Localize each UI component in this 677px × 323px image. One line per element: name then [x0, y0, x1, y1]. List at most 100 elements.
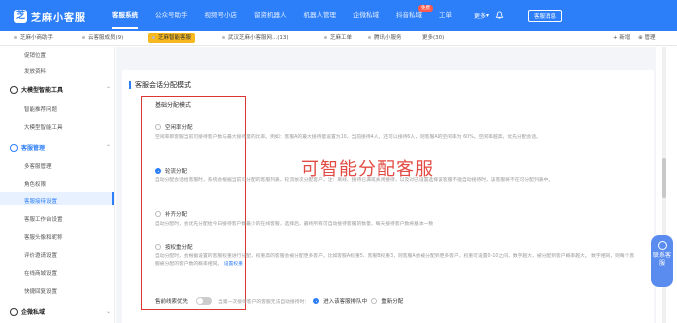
section-title: 客服会话分配模式 — [129, 80, 191, 90]
sidebar-item[interactable]: 评价邀请设置 — [24, 251, 57, 259]
option-idle-rate[interactable]: 空闲率分配 — [155, 123, 193, 131]
nav-item-bot-manage[interactable]: 机器人管理 — [304, 0, 337, 31]
dot-icon — [82, 36, 85, 39]
nav-item-douyin[interactable]: 抖音私域 — [396, 0, 422, 31]
radio-icon — [155, 124, 161, 130]
radio-queue[interactable] — [313, 298, 320, 304]
workspace-tab[interactable]: 芝麻工单 — [320, 33, 356, 43]
radio-reassign-label: 重新分配 — [381, 299, 404, 305]
option-label: 空闲率分配 — [165, 125, 193, 131]
sidebar-group-wecom[interactable]: 企微私域 ⌄ — [10, 307, 111, 316]
option-desc: 自动分配时，会优先分配给今日接待客户数最少的在线客服，选择后，最终所有可自动接待… — [155, 222, 434, 227]
sidebar-item[interactable]: 快捷回复设置 — [24, 287, 57, 295]
manage-tabs-button[interactable]: ⊕ 管理 — [638, 35, 655, 41]
sidebar-group-label: 客服管理 — [21, 145, 46, 152]
nav-item-video-shop[interactable]: 视频号小店 — [205, 0, 238, 31]
dot-icon — [324, 36, 327, 39]
sidebar-item[interactable]: 发放资料 — [24, 67, 46, 75]
pre-sale-row: 售前线索优先 当第一次接待客户的客服无法自动接待时： 进入该客服排队中 重新分配 — [155, 297, 403, 305]
radio-icon — [155, 244, 161, 250]
workspace-tab[interactable]: 云客服成员(9) — [78, 33, 127, 43]
add-tab-button[interactable]: + 新增 — [613, 35, 630, 41]
sidebar-item[interactable]: 角色权限 — [24, 180, 46, 188]
pre-sale-hint: 当第一次接待客户的客服无法自动接待时： — [218, 299, 310, 305]
radio-icon — [155, 211, 161, 217]
chevron-up-icon: ⌃ — [106, 144, 112, 151]
dot-icon — [14, 36, 17, 39]
workspace-tab[interactable]: 芝麻小商助手 — [10, 33, 57, 43]
option-label: 按权重分配 — [165, 245, 193, 251]
tab-label: 武汉芝麻小客服网...(13) — [228, 35, 289, 41]
sidebar-group-label: 大模型智能工具 — [21, 87, 64, 94]
bell-icon[interactable] — [495, 11, 504, 20]
radio-checked-icon — [155, 168, 161, 174]
main-nav: 客服系统 公众号助手 视频号小店 留资机器人 机器人管理 企微私域 抖音私域 工… — [112, 0, 469, 31]
sidebar-group-service-manage[interactable]: 客服管理 ⌃ — [10, 143, 111, 152]
workspace-tab[interactable]: 武汉芝麻小客服网...(13) — [218, 33, 293, 43]
top-bar: 芝 芝麻小客服 客服系统 公众号助手 视频号小店 留资机器人 机器人管理 企微私… — [0, 0, 677, 31]
sidebar-item[interactable]: 客服头像和昵称 — [24, 233, 63, 241]
title-bar-marker — [129, 81, 131, 89]
option-label: 轮流分配 — [165, 169, 188, 175]
logo-mark-icon: 芝 — [14, 10, 27, 23]
ai-tool-icon — [10, 85, 18, 94]
tab-label: 芝麻小商助手 — [20, 35, 54, 41]
pre-sale-toggle[interactable] — [196, 297, 213, 305]
sidebar-item[interactable]: 多客服管理 — [24, 162, 52, 170]
sub-title: 基础分配模式 — [155, 102, 192, 109]
nav-item-official-account[interactable]: 公众号助手 — [155, 0, 188, 31]
option-weight[interactable]: 按权重分配 — [155, 243, 193, 251]
contact-support-label: 联系客服 — [652, 252, 671, 267]
chevron-down-icon: ⌄ — [106, 308, 112, 315]
radio-reassign[interactable] — [371, 298, 378, 304]
tab-label: 芝麻智能客服 — [158, 35, 192, 41]
new-badge: 免费 — [418, 5, 433, 12]
dot-icon — [222, 36, 225, 39]
nav-item-customer-service[interactable]: 客服系统 — [112, 0, 138, 31]
section-title-text: 客服会话分配模式 — [135, 81, 191, 89]
chevron-up-icon: ⌃ — [106, 86, 112, 93]
workspace-tab[interactable]: 腾讯小服务 — [364, 33, 406, 43]
dot-icon — [152, 36, 155, 39]
app-logo[interactable]: 芝 芝麻小客服 — [14, 9, 86, 24]
wecom-icon — [10, 307, 18, 316]
sidebar-item[interactable]: 客服工作台设置 — [24, 215, 63, 223]
nav-item-wecom[interactable]: 企微私域 — [353, 0, 379, 31]
sidebar-item[interactable]: 智能推荐问题 — [24, 105, 57, 113]
tab-actions: + 新增 ⊕ 管理 — [613, 33, 655, 43]
sidebar-group-ai-tools[interactable]: 大模型智能工具 ⌃ — [10, 85, 111, 94]
more-tabs-dropdown[interactable]: 更多(30) — [418, 33, 448, 43]
sidebar: 促销位置 发放资料 大模型智能工具 ⌃ 智能推荐问题 大模型智能工具 客服管理 … — [0, 47, 115, 323]
sidebar-item[interactable]: 大模型智能工具 — [24, 123, 63, 131]
tab-label: 云客服成员(9) — [88, 35, 124, 41]
contact-support-button[interactable]: 联系客服 — [651, 235, 673, 287]
contact-message-button[interactable]: 客服消息 — [528, 10, 563, 22]
dot-icon — [368, 36, 371, 39]
service-manage-icon — [10, 143, 18, 152]
sidebar-item[interactable]: 促销位置 — [24, 51, 46, 59]
nav-item-lead-bot[interactable]: 留资机器人 — [254, 0, 287, 31]
chevron-down-icon: ▾ — [486, 12, 490, 19]
scrollbar-thumb[interactable] — [662, 158, 666, 198]
option-round-robin[interactable]: 轮流分配 — [155, 167, 187, 175]
top-right-tools: 更多 ▾ — [474, 0, 504, 31]
option-fill[interactable]: 补齐分配 — [155, 210, 187, 218]
set-weight-link[interactable]: 设置权重 — [224, 262, 243, 267]
option-desc: 自动分配时，会根据设置的客服权重进行分配，权重高的客服会被分配更多客户。比如客服… — [155, 253, 635, 269]
tab-label: 芝麻工单 — [330, 35, 353, 41]
workspace-tab-strip: 芝麻小商助手 云客服成员(9) 芝麻智能客服 武汉芝麻小客服网...(13) 芝… — [0, 31, 677, 46]
annotation-text: 可智能分配客服 — [301, 159, 434, 180]
headset-icon — [657, 241, 667, 250]
more-menu[interactable]: 更多 — [474, 11, 486, 20]
pre-sale-label: 售前线索优先 — [155, 299, 189, 305]
radio-queue-label: 进入该客服排队中 — [323, 299, 368, 305]
sidebar-item-reception-settings[interactable]: 客服接待设置 — [24, 197, 57, 205]
option-desc-text: 自动分配时，会根据设置的客服权重进行分配，权重高的客服会被分配更多客户。比如客服… — [155, 254, 590, 259]
workspace-tab-active[interactable]: 芝麻智能客服 — [148, 33, 196, 43]
app-name: 芝麻小客服 — [31, 13, 86, 24]
nav-item-ticket[interactable]: 工单 — [439, 0, 452, 31]
sidebar-item[interactable]: 在线商城设置 — [24, 269, 57, 277]
option-label: 补齐分配 — [165, 212, 188, 218]
sidebar-group-label: 企微私域 — [21, 309, 46, 316]
option-desc: 空闲率即客服当前可接待客户数与最大接待量的比率。例如：客服A的最大接待量设置为1… — [155, 135, 541, 140]
